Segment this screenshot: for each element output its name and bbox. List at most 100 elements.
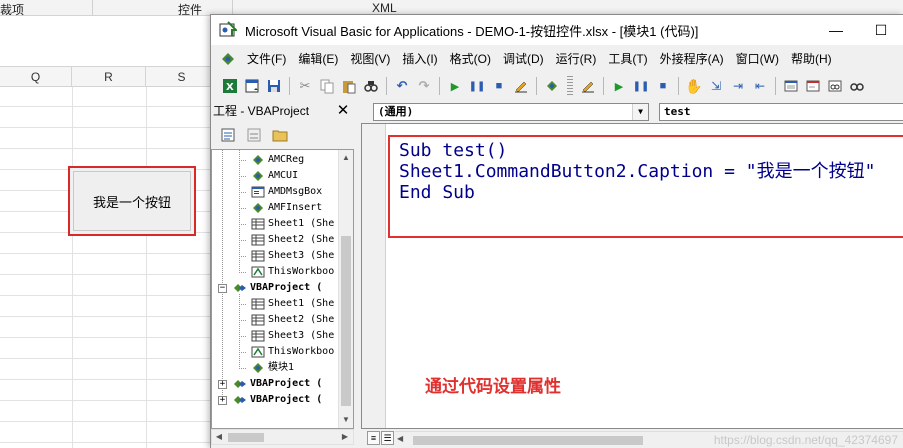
tree-item[interactable]: AMFInsert	[250, 200, 322, 216]
break-icon-2[interactable]: ❚❚	[630, 75, 652, 97]
expand-icon[interactable]: +	[218, 396, 227, 405]
column-header-q[interactable]: Q	[0, 67, 72, 87]
full-module-view-icon[interactable]: ☰	[381, 431, 394, 445]
paste-icon[interactable]	[338, 75, 360, 97]
divider	[678, 77, 679, 95]
break-icon[interactable]: ❚❚	[466, 75, 488, 97]
code-line[interactable]: Sub test()	[399, 140, 507, 161]
copy-icon[interactable]	[316, 75, 338, 97]
object-dropdown[interactable]: (通用) ▼	[373, 103, 649, 121]
tree-item[interactable]: Sheet3 (She	[250, 328, 334, 344]
vertical-scrollbar[interactable]: ▲ ▼	[338, 150, 353, 428]
watch-window-icon[interactable]	[824, 75, 846, 97]
save-icon[interactable]	[263, 75, 285, 97]
tree-item[interactable]: 模块1	[250, 360, 294, 376]
procedure-view-icon[interactable]: ≡	[367, 431, 380, 445]
worksheet-blank-area	[0, 16, 210, 66]
menu-insert[interactable]: 插入(I)	[396, 49, 443, 69]
reset-icon[interactable]: ■	[488, 75, 510, 97]
immediate-window-icon[interactable]	[802, 75, 824, 97]
tree-item[interactable]: Sheet3 (She	[250, 248, 334, 264]
cut-icon[interactable]: ✂	[294, 75, 316, 97]
tree-item[interactable]: Sheet1 (She	[250, 216, 334, 232]
step-out-icon[interactable]: ⇤	[749, 75, 771, 97]
procedure-dropdown-value: test	[664, 105, 691, 118]
step-over-icon[interactable]: ⇥	[727, 75, 749, 97]
menu-tools[interactable]: 工具(T)	[602, 49, 653, 69]
scroll-left-icon[interactable]: ◀	[212, 430, 226, 444]
tree-item[interactable]: AMCUI	[250, 168, 298, 184]
scroll-down-icon[interactable]: ▼	[339, 412, 353, 428]
design-mode-icon[interactable]	[510, 75, 532, 97]
scroll-thumb[interactable]	[413, 436, 643, 445]
margin-indicator-bar[interactable]	[362, 124, 386, 428]
view-excel-icon[interactable]: X	[219, 75, 241, 97]
chevron-down-icon[interactable]: ▼	[632, 104, 648, 120]
column-header-r[interactable]: R	[72, 67, 146, 87]
undo-icon[interactable]: ↶	[391, 75, 413, 97]
tree-item[interactable]: Sheet1 (She	[250, 296, 334, 312]
view-code-icon[interactable]	[217, 124, 239, 146]
project-explorer-icon[interactable]	[541, 75, 563, 97]
toggle-breakpoint-icon[interactable]: ✋	[683, 75, 705, 97]
menu-edit[interactable]: 编辑(E)	[292, 49, 344, 69]
expand-icon[interactable]: +	[218, 380, 227, 389]
column-header-s[interactable]: S	[146, 67, 218, 87]
vba-menu-icon[interactable]	[217, 48, 239, 70]
tree-item[interactable]: AMCReg	[250, 152, 304, 168]
tree-item[interactable]: ThisWorkboo	[250, 344, 334, 360]
step-into-icon[interactable]: ⇲	[705, 75, 727, 97]
horizontal-scrollbar[interactable]: ◀ ▶	[211, 429, 354, 445]
tree-item[interactable]: Sheet2 (She	[250, 232, 334, 248]
redo-icon[interactable]: ↷	[413, 75, 435, 97]
scroll-up-icon[interactable]: ▲	[339, 150, 353, 166]
watermark: https://blog.csdn.net/qq_42374697	[713, 433, 898, 447]
toolbar-grip[interactable]	[567, 76, 573, 96]
menu-help[interactable]: 帮助(H)	[785, 49, 838, 69]
procedure-dropdown[interactable]: test	[659, 103, 903, 121]
tree-item-label: 模块1	[268, 362, 295, 373]
menu-format[interactable]: 格式(O)	[444, 49, 497, 69]
menu-file[interactable]: 文件(F)	[241, 49, 292, 69]
code-line[interactable]: Sheet1.CommandButton2.Caption = "我是一个按钮"	[399, 161, 875, 182]
menu-addins[interactable]: 外接程序(A)	[654, 49, 730, 69]
code-line[interactable]: End Sub	[399, 182, 475, 203]
collapse-icon[interactable]: −	[218, 284, 227, 293]
tree-item-label: Sheet2 (She	[268, 314, 335, 325]
locals-window-icon[interactable]	[780, 75, 802, 97]
sheet-command-button[interactable]: 我是一个按钮	[68, 166, 196, 236]
tree-item-project[interactable]: VBAProject (	[232, 280, 322, 296]
form-icon	[250, 185, 266, 199]
tree-item[interactable]: Sheet2 (She	[250, 312, 334, 328]
code-editor[interactable]: Sub test() Sheet1.CommandButton2.Caption…	[361, 123, 903, 429]
menu-debug[interactable]: 调试(D)	[497, 49, 550, 69]
tree-connector	[239, 150, 240, 272]
scroll-thumb[interactable]	[228, 433, 264, 442]
tree-item-project[interactable]: VBAProject (	[232, 392, 322, 408]
run-icon-2[interactable]: ▶	[608, 75, 630, 97]
reset-icon-2[interactable]: ■	[652, 75, 674, 97]
menu-view[interactable]: 视图(V)	[344, 49, 396, 69]
tree-item[interactable]: AMDMsgBox	[250, 184, 322, 200]
toggle-folders-icon[interactable]	[269, 124, 291, 146]
menu-window[interactable]: 窗口(W)	[730, 49, 785, 69]
run-icon[interactable]: ▶	[444, 75, 466, 97]
maximize-button[interactable]: ☐	[858, 15, 903, 45]
close-icon[interactable]: ✕	[334, 102, 352, 120]
window-title: Microsoft Visual Basic for Applications …	[245, 23, 699, 39]
find-icon[interactable]	[360, 75, 382, 97]
scroll-thumb[interactable]	[341, 236, 351, 406]
tree-item-project[interactable]: VBAProject (	[232, 376, 322, 392]
scroll-left-icon[interactable]: ◀	[397, 434, 403, 443]
scroll-right-icon[interactable]: ▶	[338, 430, 352, 444]
view-object-icon[interactable]	[243, 124, 265, 146]
design-mode-icon-2[interactable]	[577, 75, 599, 97]
quick-watch-icon[interactable]	[846, 75, 868, 97]
insert-userform-icon[interactable]	[241, 75, 263, 97]
menu-run[interactable]: 运行(R)	[550, 49, 603, 69]
tree-item-label: AMFInsert	[268, 202, 323, 213]
minimize-button[interactable]: —	[813, 15, 859, 45]
tree-item-label: AMDMsgBox	[268, 186, 323, 197]
tree-item[interactable]: ThisWorkboo	[250, 264, 334, 280]
title-bar[interactable]: Microsoft Visual Basic for Applications …	[211, 15, 903, 45]
